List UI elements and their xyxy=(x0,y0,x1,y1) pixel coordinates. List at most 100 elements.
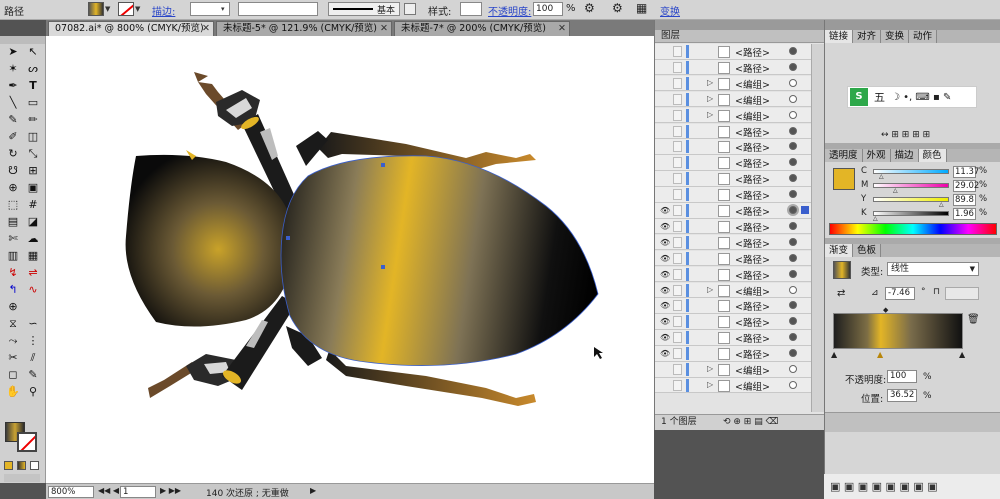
expand-arrow-icon[interactable]: ▷ xyxy=(707,78,713,87)
midpoint-marker[interactable]: ◆ xyxy=(883,306,888,314)
gradient-type-select[interactable]: 线性 ▼ xyxy=(887,262,979,276)
transform-link[interactable]: 变换 xyxy=(660,3,680,18)
lasso-icon[interactable]: ᔕ xyxy=(24,61,42,77)
knife-icon[interactable]: ⫽ xyxy=(24,350,42,366)
layer-row[interactable]: ▷ <编组> xyxy=(655,91,811,108)
perspective-icon[interactable]: ⬚ xyxy=(4,197,22,213)
channel-slider[interactable] xyxy=(873,211,949,216)
target-icon[interactable] xyxy=(789,158,797,167)
free-transform-icon[interactable]: ⊞ xyxy=(24,163,42,179)
expand-arrow-icon[interactable]: ▷ xyxy=(707,110,713,119)
lock-toggle[interactable] xyxy=(673,77,682,89)
visibility-eye-icon[interactable]: 👁 xyxy=(660,270,670,279)
aspect-icon[interactable]: ⊓ xyxy=(933,287,940,297)
paintbrush-icon[interactable]: ✎ xyxy=(4,112,22,128)
stop-location-field[interactable]: 36.52 xyxy=(887,389,917,402)
target-icon[interactable] xyxy=(789,237,797,246)
rectangle-tool-icon[interactable]: ▭ xyxy=(24,95,42,111)
lock-toggle[interactable] xyxy=(673,332,682,344)
layer-row[interactable]: <路径> xyxy=(655,44,811,60)
visibility-eye-icon[interactable]: 👁 xyxy=(660,317,670,326)
tab-color[interactable]: 颜色 xyxy=(918,149,947,162)
target-icon[interactable] xyxy=(789,380,797,389)
target-icon[interactable] xyxy=(789,301,797,310)
opacity-link[interactable]: 不透明度: xyxy=(488,3,531,18)
variable-width-field[interactable] xyxy=(238,2,318,16)
layer-row[interactable]: 👁 <路径> xyxy=(655,266,811,283)
target-icon[interactable] xyxy=(789,285,797,294)
target-icon[interactable] xyxy=(789,333,797,342)
slider-thumb[interactable]: △ xyxy=(879,173,884,180)
expand-arrow-icon[interactable]: ▷ xyxy=(707,380,713,389)
expand-arrow-icon[interactable]: ▷ xyxy=(707,94,713,103)
tab-document-2[interactable]: 未标题-5* @ 121.9% (CMYK/预览) ✕ xyxy=(216,21,392,36)
stroke-weight-field[interactable]: ▾ xyxy=(190,2,230,16)
warp-tool-icon[interactable]: ☋ xyxy=(4,163,22,179)
lock-toggle[interactable] xyxy=(673,268,682,280)
lock-toggle[interactable] xyxy=(673,109,682,121)
lock-toggle[interactable] xyxy=(673,46,682,57)
curvature-icon[interactable]: ∿ xyxy=(24,282,42,298)
pencil-icon[interactable]: ✏ xyxy=(24,112,42,128)
tab-document-3[interactable]: 未标题-7* @ 200% (CMYK/预览) ✕ xyxy=(394,21,570,36)
visibility-eye-icon[interactable]: 👁 xyxy=(660,333,670,342)
visibility-toggle[interactable] xyxy=(660,95,669,104)
visibility-eye-icon[interactable]: 👁 xyxy=(660,301,670,310)
visibility-toggle[interactable] xyxy=(660,365,669,374)
hand-tool-icon[interactable]: ✋ xyxy=(4,384,22,400)
tab-transform[interactable]: 变换 xyxy=(881,30,910,43)
toolbox-header[interactable] xyxy=(0,36,45,44)
layer-row[interactable]: 👁 ▷ <编组> xyxy=(655,282,811,299)
close-icon[interactable]: ✕ xyxy=(558,22,566,35)
lock-toggle[interactable] xyxy=(673,93,682,105)
target-icon[interactable] xyxy=(789,110,797,119)
pen-tool-icon[interactable]: ✒ xyxy=(4,78,22,94)
visibility-toggle[interactable] xyxy=(660,158,669,167)
target-icon[interactable] xyxy=(789,206,797,214)
lock-toggle[interactable] xyxy=(673,348,682,360)
lock-toggle[interactable] xyxy=(673,189,682,201)
eyedropper-icon[interactable]: ◪ xyxy=(24,214,42,230)
graphic-style-swatch[interactable] xyxy=(460,2,482,16)
slice-tool-icon[interactable]: ↯ xyxy=(4,265,22,281)
expand-arrow-icon[interactable]: ▷ xyxy=(707,364,713,373)
layer-row[interactable]: ▷ <编组> xyxy=(655,107,811,124)
stroke-color-icon[interactable] xyxy=(17,432,37,452)
visibility-eye-icon[interactable]: 👁 xyxy=(660,254,670,263)
angle-field[interactable]: -7.46 xyxy=(885,287,915,300)
visibility-eye-icon[interactable]: 👁 xyxy=(660,286,670,295)
none-mode-icon[interactable] xyxy=(30,461,39,470)
delete-stop-icon[interactable]: 🗑 xyxy=(967,314,980,325)
profile-flip-icon[interactable] xyxy=(404,3,416,15)
layer-row[interactable]: ▷ <编组> xyxy=(655,75,811,92)
channel-slider[interactable] xyxy=(873,169,949,174)
shear-tool-icon[interactable]: ⧖ xyxy=(4,316,22,332)
eraser-icon[interactable]: ◫ xyxy=(24,129,42,145)
mesh-tool-icon[interactable]: # xyxy=(24,197,42,213)
channel-slider[interactable] xyxy=(873,183,949,188)
tab-align[interactable]: 对齐 xyxy=(853,30,882,43)
column-graph-icon[interactable]: ▥ xyxy=(4,248,22,264)
gradient-stop-right[interactable]: ▲ xyxy=(959,350,965,359)
tab-stroke[interactable]: 描边 xyxy=(890,149,919,162)
line-tool-icon[interactable]: ╲ xyxy=(4,95,22,111)
target-icon[interactable] xyxy=(789,142,797,151)
symbol-sprayer-icon[interactable]: ☁ xyxy=(24,231,42,247)
target-icon[interactable] xyxy=(789,221,797,230)
artboard-tool-icon[interactable]: ▦ xyxy=(24,248,42,264)
color-mode-icon[interactable] xyxy=(4,461,13,470)
target-icon[interactable] xyxy=(789,174,797,183)
target-icon[interactable] xyxy=(789,365,797,373)
fill-color-swatch[interactable] xyxy=(833,168,855,190)
layer-action-icons[interactable]: ⟲ ⊕ ⊞ ▤ ⌫ xyxy=(723,415,778,430)
lock-toggle[interactable] xyxy=(673,205,682,216)
layer-row[interactable]: ▷ <编组> xyxy=(655,377,811,394)
visibility-toggle[interactable] xyxy=(660,63,669,72)
visibility-toggle[interactable] xyxy=(660,190,669,199)
lock-toggle[interactable] xyxy=(673,252,682,264)
screen-mode-icon[interactable] xyxy=(4,474,40,482)
visibility-toggle[interactable] xyxy=(660,47,669,56)
stroke-link[interactable]: 描边: xyxy=(152,3,175,18)
close-icon[interactable]: ✕ xyxy=(202,22,210,35)
scale-tool-icon[interactable]: ⤡ xyxy=(24,146,42,162)
